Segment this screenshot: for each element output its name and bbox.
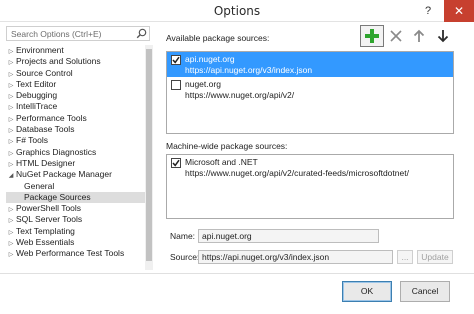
add-source-button[interactable]: [360, 25, 384, 47]
tree-item-label: Package Sources: [24, 191, 91, 202]
tree-item-label: SQL Server Tools: [16, 214, 83, 225]
tree-item-label: Web Essentials: [16, 237, 75, 248]
collapsed-arrow-icon[interactable]: ▷: [6, 250, 16, 261]
tree-item-label: Source Control: [16, 67, 73, 78]
arrow-up-icon: [413, 29, 425, 42]
source-item[interactable]: Microsoft and .NET https://www.nuget.org/…: [167, 155, 453, 180]
tree-item[interactable]: ▷ Web Essentials: [6, 237, 151, 248]
tree-item[interactable]: ▷ SQL Server Tools: [6, 214, 151, 225]
browse-button[interactable]: ...: [397, 250, 413, 264]
tree-item[interactable]: General: [6, 181, 151, 192]
source-checkbox[interactable]: [171, 158, 181, 168]
machine-sources-heading: Machine-wide package sources:: [166, 141, 288, 151]
tree-item[interactable]: ▷ IntelliTrace: [6, 101, 151, 112]
name-label: Name:: [170, 231, 196, 241]
source-url: https://www.nuget.org/api/v2/: [185, 89, 295, 100]
search-input[interactable]: [7, 27, 131, 40]
tree-item-label: Database Tools: [16, 124, 75, 135]
options-tree[interactable]: ▷ Environment ▷ Projects and Solutions ▷ Sour…: [6, 45, 151, 270]
arrow-down-icon: [437, 30, 449, 43]
source-checkbox[interactable]: [171, 55, 181, 65]
available-sources-list[interactable]: api.nuget.org https://api.nuget.org/v3/in…: [166, 51, 454, 134]
search-icon[interactable]: [136, 28, 147, 39]
available-sources-heading: Available package sources:: [166, 33, 270, 43]
tree-item[interactable]: ▷ Projects and Solutions: [6, 56, 151, 67]
machine-sources-list[interactable]: Microsoft and .NET https://www.nuget.org/…: [166, 154, 454, 219]
tree-item[interactable]: ▷ PowerShell Tools: [6, 203, 151, 214]
tree-item-label: Web Performance Test Tools: [16, 248, 125, 259]
tree-scrollbar[interactable]: [145, 45, 153, 270]
tree-item-label: IntelliTrace: [16, 101, 58, 112]
tree-item-label: Graphics Diagnostics: [16, 146, 97, 157]
tree-item-label: HTML Designer: [16, 157, 76, 168]
source-label: Source:: [170, 252, 200, 262]
tree-item[interactable]: ▷ Performance Tools: [6, 113, 151, 124]
tree-item-label: Performance Tools: [16, 112, 87, 123]
options-dialog: Options ? ✕ ▷Environment▷Projects and So…: [0, 0, 474, 314]
source-item[interactable]: nuget.org https://www.nuget.org/api/v2/: [167, 77, 453, 102]
source-field[interactable]: [198, 250, 393, 264]
cancel-button[interactable]: Cancel: [400, 281, 450, 302]
source-url: https://www.nuget.org/api/v2/curated-fee…: [185, 167, 409, 178]
checkmark-icon: [172, 159, 180, 167]
tree-item[interactable]: ▷ Text Editor: [6, 79, 151, 90]
tree-item-label: Text Templating: [16, 225, 75, 236]
tree-item[interactable]: ▷ Debugging: [6, 90, 151, 101]
close-button[interactable]: ✕: [444, 0, 474, 22]
update-button[interactable]: Update: [417, 250, 453, 264]
tree-item[interactable]: ▷ F# Tools: [6, 135, 151, 146]
help-button[interactable]: ?: [414, 0, 442, 22]
source-name: Microsoft and .NET: [185, 157, 258, 167]
tree-item-label: Environment: [16, 45, 64, 55]
name-field[interactable]: [198, 229, 379, 243]
tree-item[interactable]: ◢ NuGet Package Manager: [6, 169, 151, 180]
move-up-button[interactable]: [407, 25, 431, 47]
tree-item[interactable]: ▷ Database Tools: [6, 124, 151, 135]
source-name: nuget.org: [185, 79, 221, 89]
checkmark-icon: [172, 56, 180, 64]
tree-item[interactable]: ▷ HTML Designer: [6, 158, 151, 169]
tree-item-label: NuGet Package Manager: [16, 169, 112, 180]
source-checkbox[interactable]: [171, 80, 181, 90]
plus-icon: [365, 29, 379, 43]
search-box[interactable]: [6, 26, 150, 41]
tree-scrollbar-thumb[interactable]: [146, 49, 152, 261]
source-name: api.nuget.org: [185, 54, 235, 64]
tree-item-label: Debugging: [16, 90, 58, 101]
tree-item-label: Text Editor: [16, 78, 57, 89]
footer-divider: [0, 273, 474, 274]
window-title: Options: [213, 4, 261, 18]
tree-item[interactable]: ▷ Graphics Diagnostics: [6, 147, 151, 158]
tree-item-label: Projects and Solutions: [16, 56, 101, 67]
remove-source-button[interactable]: [384, 25, 408, 47]
move-down-button[interactable]: [431, 25, 455, 47]
x-icon: [390, 30, 402, 42]
tree-item[interactable]: ▷ Text Templating: [6, 226, 151, 237]
ok-button[interactable]: OK: [342, 281, 392, 302]
tree-item[interactable]: Package Sources: [6, 191, 151, 204]
tree-item[interactable]: ▷ Source Control: [6, 68, 151, 79]
source-url: https://api.nuget.org/v3/index.json: [185, 64, 313, 75]
tree-item[interactable]: ▷ Environment: [6, 45, 151, 56]
tree-item-label: F# Tools: [16, 135, 48, 146]
tree-item[interactable]: ▷ Web Performance Test Tools: [6, 248, 151, 259]
tree-item-label: PowerShell Tools: [16, 203, 82, 214]
source-item[interactable]: api.nuget.org https://api.nuget.org/v3/in…: [167, 52, 453, 77]
tree-item-label: General: [24, 180, 55, 191]
title-bar: Options ? ✕: [0, 0, 474, 22]
